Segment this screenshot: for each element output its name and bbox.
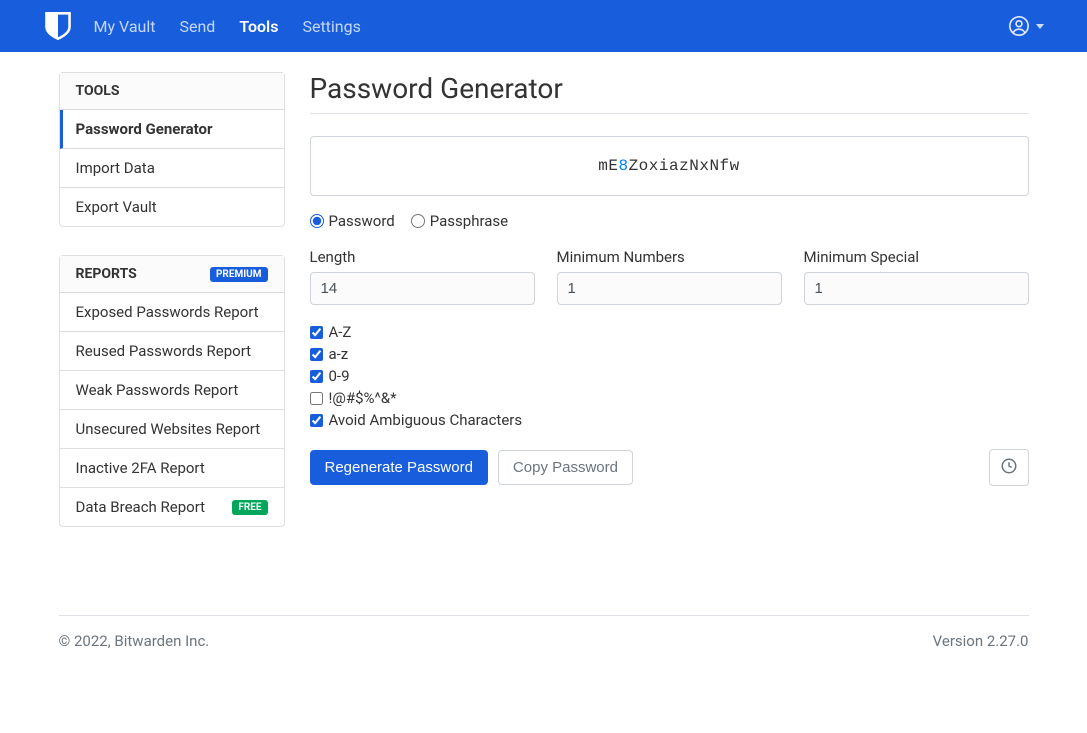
- history-icon: [1000, 457, 1018, 475]
- password-history-button[interactable]: [989, 449, 1029, 486]
- radio-type-passphrase[interactable]: Passphrase: [411, 212, 508, 230]
- checkbox-digits-label: 0-9: [329, 367, 350, 385]
- radio-type-password[interactable]: Password: [310, 212, 395, 230]
- brand-logo-icon: [44, 11, 72, 41]
- account-menu[interactable]: [1008, 15, 1044, 37]
- min-special-label: Minimum Special: [804, 248, 1029, 266]
- radio-passphrase-input[interactable]: [411, 214, 425, 228]
- checkbox-uppercase[interactable]: [310, 326, 323, 339]
- regenerate-password-button[interactable]: Regenerate Password: [310, 450, 488, 485]
- checkbox-avoid-ambiguous[interactable]: [310, 414, 323, 427]
- sidebar-item-export-vault[interactable]: Export Vault: [60, 188, 284, 226]
- radio-password-label: Password: [329, 212, 395, 230]
- sidebar-reports-header: REPORTS PREMIUM: [60, 256, 284, 293]
- min-special-input[interactable]: [804, 272, 1029, 305]
- checkbox-special[interactable]: [310, 392, 323, 405]
- min-numbers-label: Minimum Numbers: [557, 248, 782, 266]
- sidebar-item-exposed-passwords[interactable]: Exposed Passwords Report: [60, 293, 284, 332]
- length-input[interactable]: [310, 272, 535, 305]
- sidebar-item-inactive-2fa[interactable]: Inactive 2FA Report: [60, 449, 284, 488]
- radio-passphrase-label: Passphrase: [430, 212, 508, 230]
- generated-password-display: mE8ZoxiazNxNfw: [310, 136, 1029, 196]
- checkbox-avoid-ambiguous-label: Avoid Ambiguous Characters: [329, 411, 523, 429]
- sidebar: TOOLS Password Generator Import Data Exp…: [59, 72, 285, 555]
- nav-link-send[interactable]: Send: [179, 17, 215, 36]
- sidebar-item-label: Data Breach Report: [76, 498, 206, 516]
- main-content: Password Generator mE8ZoxiazNxNfw Passwo…: [310, 72, 1029, 555]
- footer: © 2022, Bitwarden Inc. Version 2.27.0: [59, 616, 1029, 680]
- sidebar-item-data-breach[interactable]: Data Breach Report FREE: [60, 488, 284, 526]
- sidebar-item-reused-passwords[interactable]: Reused Passwords Report: [60, 332, 284, 371]
- account-icon: [1008, 15, 1030, 37]
- sidebar-reports-header-label: REPORTS: [76, 266, 137, 282]
- checkbox-lowercase[interactable]: [310, 348, 323, 361]
- navbar: My Vault Send Tools Settings: [0, 0, 1087, 52]
- nav-link-settings[interactable]: Settings: [302, 17, 360, 36]
- sidebar-item-unsecured-websites[interactable]: Unsecured Websites Report: [60, 410, 284, 449]
- checkbox-digits[interactable]: [310, 370, 323, 383]
- sidebar-item-import-data[interactable]: Import Data: [60, 149, 284, 188]
- sidebar-item-password-generator[interactable]: Password Generator: [60, 110, 284, 149]
- nav-link-my-vault[interactable]: My Vault: [94, 17, 156, 36]
- page-title: Password Generator: [310, 72, 1029, 105]
- radio-password-input[interactable]: [310, 214, 324, 228]
- premium-badge: PREMIUM: [210, 267, 268, 282]
- free-badge: FREE: [232, 500, 267, 515]
- sidebar-item-weak-passwords[interactable]: Weak Passwords Report: [60, 371, 284, 410]
- footer-copyright: © 2022, Bitwarden Inc.: [59, 632, 210, 650]
- copy-password-button[interactable]: Copy Password: [498, 450, 633, 485]
- length-label: Length: [310, 248, 535, 266]
- chevron-down-icon: [1036, 24, 1044, 29]
- checkbox-lowercase-label: a-z: [329, 345, 349, 363]
- footer-version: Version 2.27.0: [933, 632, 1029, 650]
- nav-link-tools[interactable]: Tools: [239, 17, 278, 36]
- checkbox-special-label: !@#$%^&*: [329, 389, 397, 407]
- checkbox-uppercase-label: A-Z: [329, 323, 352, 341]
- sidebar-tools-header: TOOLS: [60, 73, 284, 110]
- min-numbers-input[interactable]: [557, 272, 782, 305]
- divider: [310, 113, 1029, 114]
